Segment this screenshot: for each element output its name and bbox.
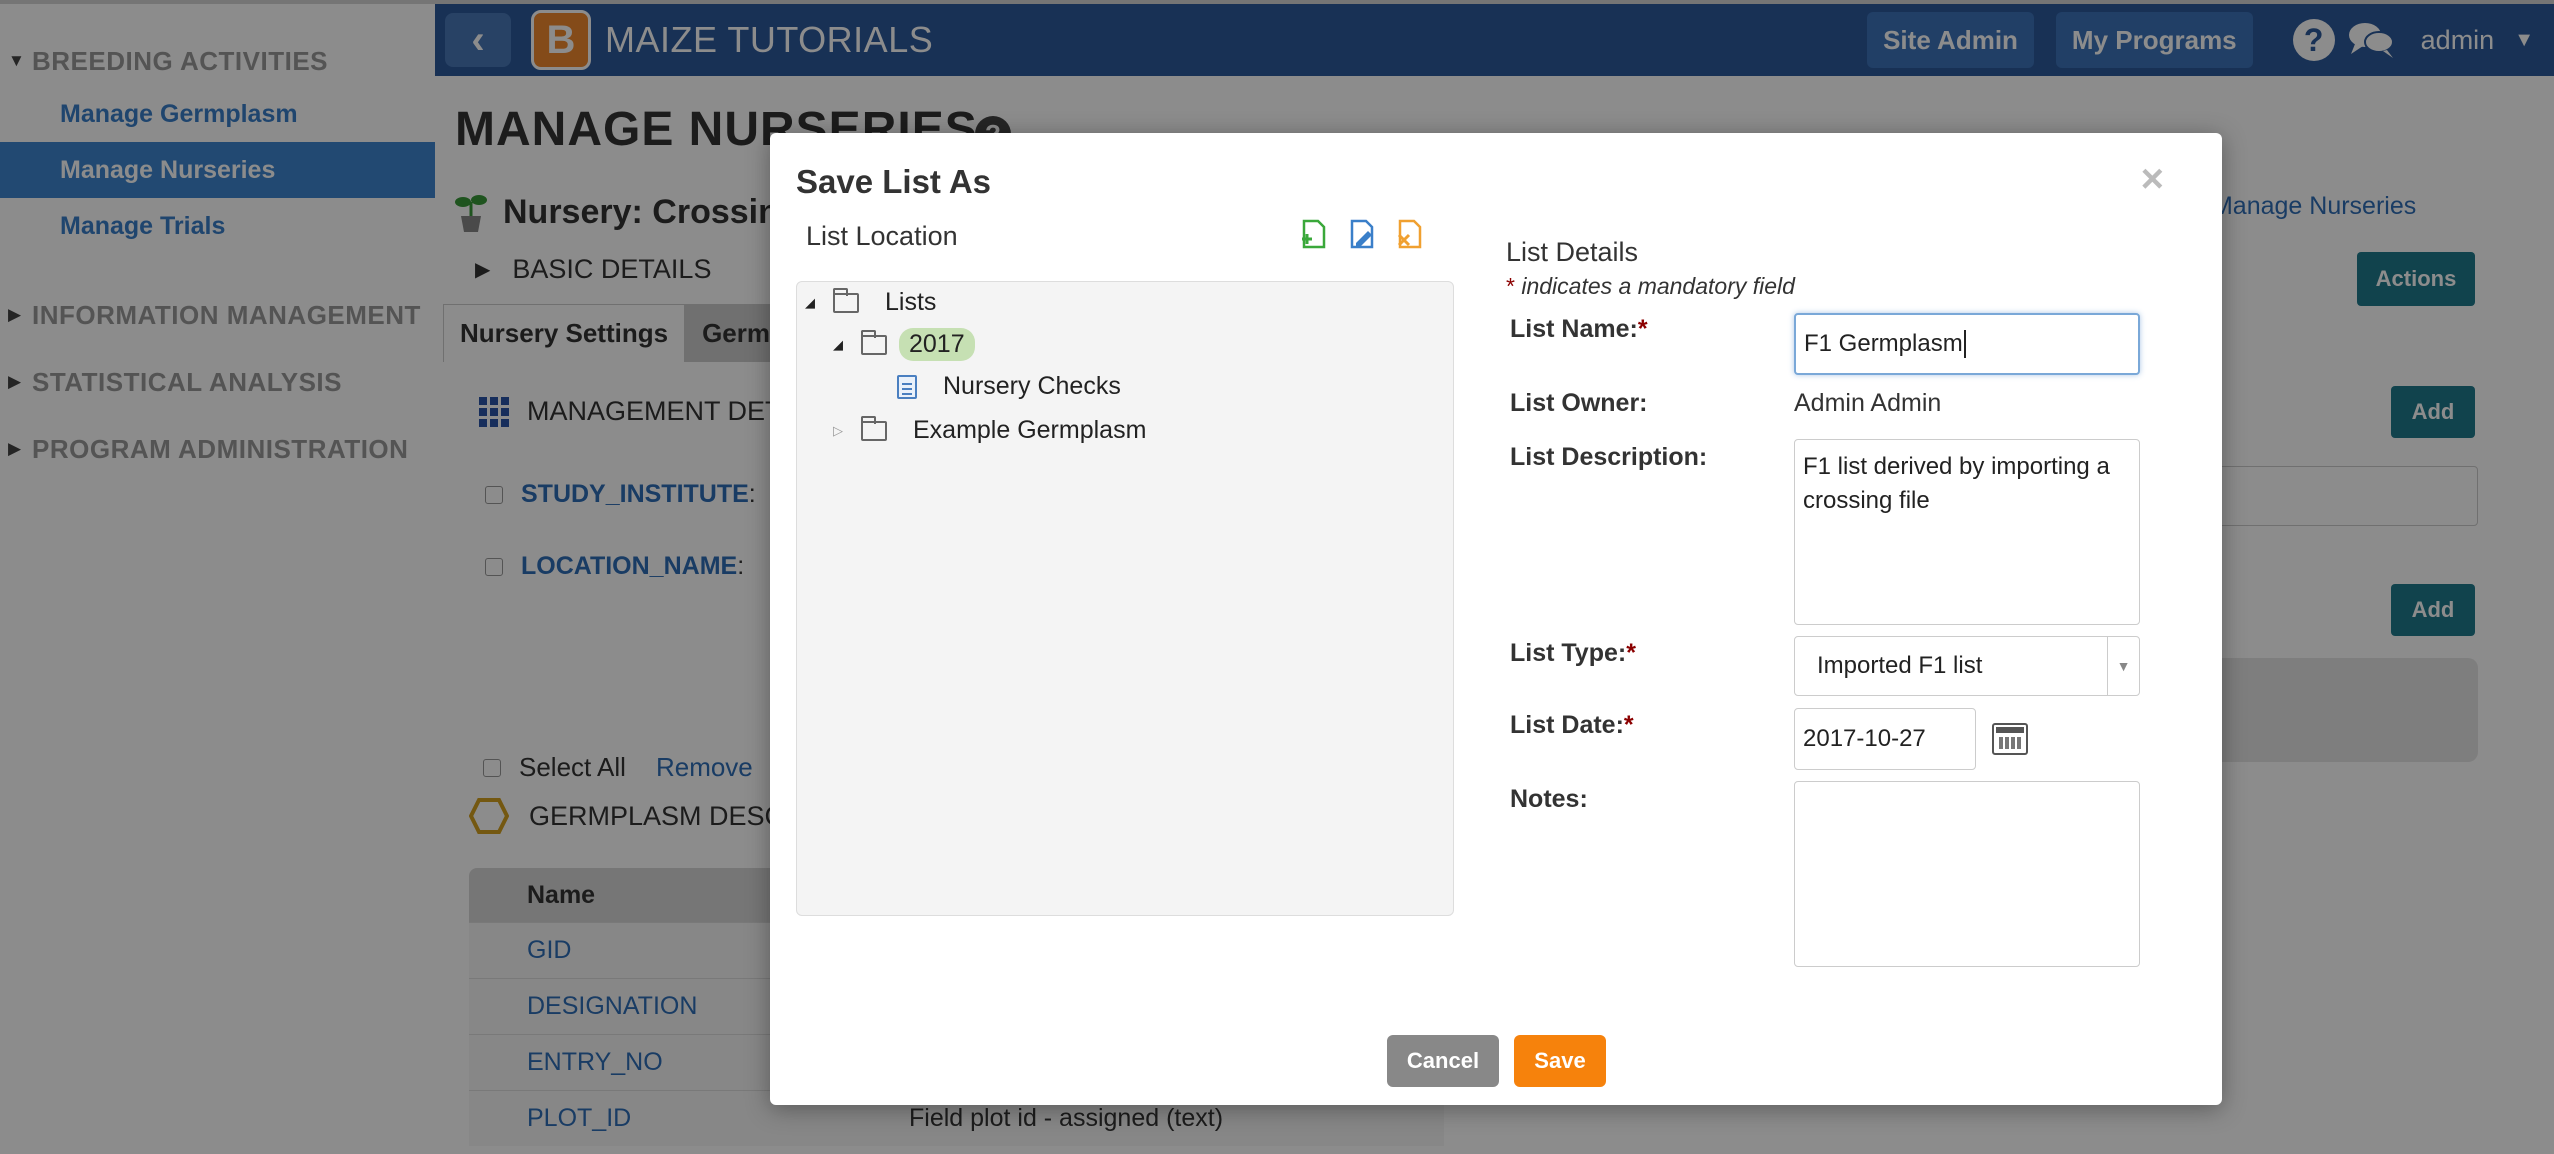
chevron-down-icon: ▼ [2107,637,2139,695]
tree-node-2017[interactable]: ◢ 2017 [833,328,975,361]
list-type-value: Imported F1 list [1817,652,1983,679]
notes-label: Notes: [1510,785,1588,813]
tree-toolbar [1298,217,1442,251]
list-description-label: List Description: [1510,443,1708,471]
text-cursor [1963,330,1966,358]
rename-folder-icon[interactable] [1346,217,1380,251]
list-description-textarea[interactable]: F1 list derived by importing a crossing … [1794,439,2140,625]
modal-title: Save List As [796,163,992,200]
tree-node-label: Lists [885,288,937,316]
tree-node-label: 2017 [899,328,975,361]
save-list-modal: Save List As × List Location ◢ Lists ◢ 2… [770,133,2222,1105]
expanded-triangle-icon[interactable]: ◢ [833,337,861,353]
notes-textarea[interactable] [1794,781,2140,967]
mandatory-note-text: indicates a mandatory field [1514,273,1795,299]
required-star: * [1506,273,1515,299]
tree-node-label: Example Germplasm [913,416,1147,444]
close-icon[interactable]: × [2141,157,2164,202]
list-owner-value: Admin Admin [1794,389,1942,417]
list-date-input[interactable]: 2017-10-27 [1794,708,1976,770]
label-text: List Date: [1510,711,1624,739]
list-owner-label: List Owner: [1510,389,1648,417]
add-folder-icon[interactable] [1298,217,1332,251]
list-name-input[interactable]: F1 Germplasm [1794,313,2140,375]
list-type-select[interactable]: Imported F1 list ▼ [1794,636,2140,696]
list-location-tree: ◢ Lists ◢ 2017 Nursery Checks ▷ Example … [796,281,1454,916]
required-star: * [1637,315,1648,343]
list-date-value: 2017-10-27 [1803,725,1926,752]
mandatory-note: * indicates a mandatory field [1506,273,1795,300]
label-text: List Name: [1510,315,1638,343]
folder-icon [861,415,887,441]
list-details-title: List Details [1506,237,1639,267]
tree-node-label: Nursery Checks [943,372,1121,400]
expanded-triangle-icon[interactable]: ◢ [805,295,833,311]
list-type-label: List Type:* [1510,639,1636,668]
tree-node-lists[interactable]: ◢ Lists [805,287,937,317]
collapsed-triangle-icon[interactable]: ▷ [833,423,861,439]
list-date-label: List Date:* [1510,711,1634,740]
list-description-value: F1 list derived by importing a crossing … [1803,453,2110,514]
label-text: List Type: [1510,639,1627,667]
cancel-button[interactable]: Cancel [1387,1035,1499,1087]
document-icon [897,374,917,399]
list-name-label: List Name:* [1510,315,1648,344]
list-name-value: F1 Germplasm [1804,330,1963,357]
save-button[interactable]: Save [1514,1035,1606,1087]
folder-icon [861,329,887,355]
list-location-label: List Location [806,221,958,251]
folder-icon [833,287,859,313]
calendar-icon[interactable] [1992,723,2028,755]
delete-folder-icon[interactable] [1394,217,1428,251]
required-star: * [1623,711,1634,739]
tree-node-example-germplasm[interactable]: ▷ Example Germplasm [833,415,1147,445]
required-star: * [1626,639,1636,667]
tree-node-nursery-checks[interactable]: Nursery Checks [897,372,1121,401]
